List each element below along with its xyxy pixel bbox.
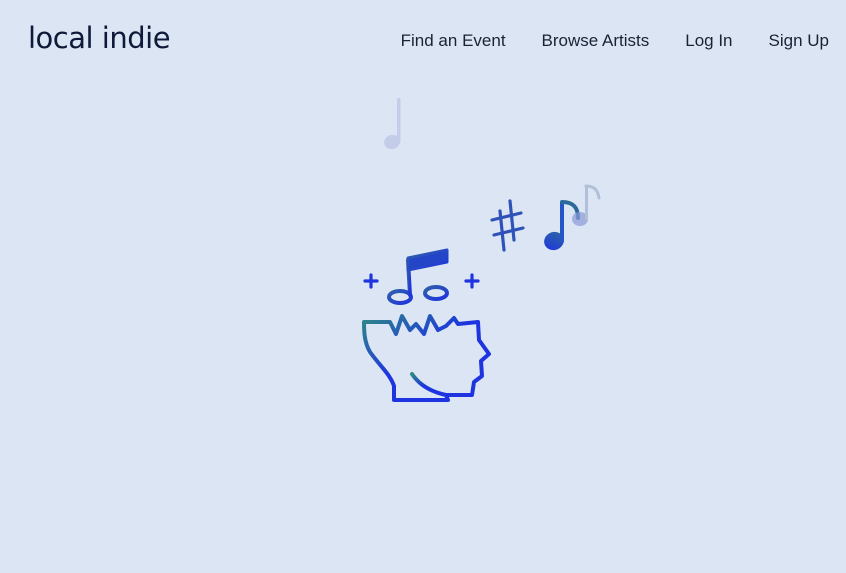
site-header: local indie Find an Event Browse Artists… [0, 0, 846, 80]
nav-find-event[interactable]: Find an Event [401, 31, 506, 51]
main-nav: Find an Event Browse Artists Log In Sign… [365, 31, 829, 51]
sparkle-icon [363, 273, 480, 289]
head-profile-icon [362, 314, 491, 402]
nav-log-in[interactable]: Log In [685, 31, 732, 51]
nav-browse-artists[interactable]: Browse Artists [542, 31, 650, 51]
nav-sign-up[interactable]: Sign Up [769, 31, 829, 51]
site-logo[interactable]: local indie [28, 20, 171, 56]
eighth-note-icon [544, 200, 580, 251]
sharp-symbol-icon [490, 199, 525, 252]
beamed-notes-icon [387, 248, 449, 305]
music-mind-illustration [362, 98, 601, 402]
music-note-icon [384, 98, 401, 150]
page: local indie Find an Event Browse Artists… [0, 0, 846, 573]
